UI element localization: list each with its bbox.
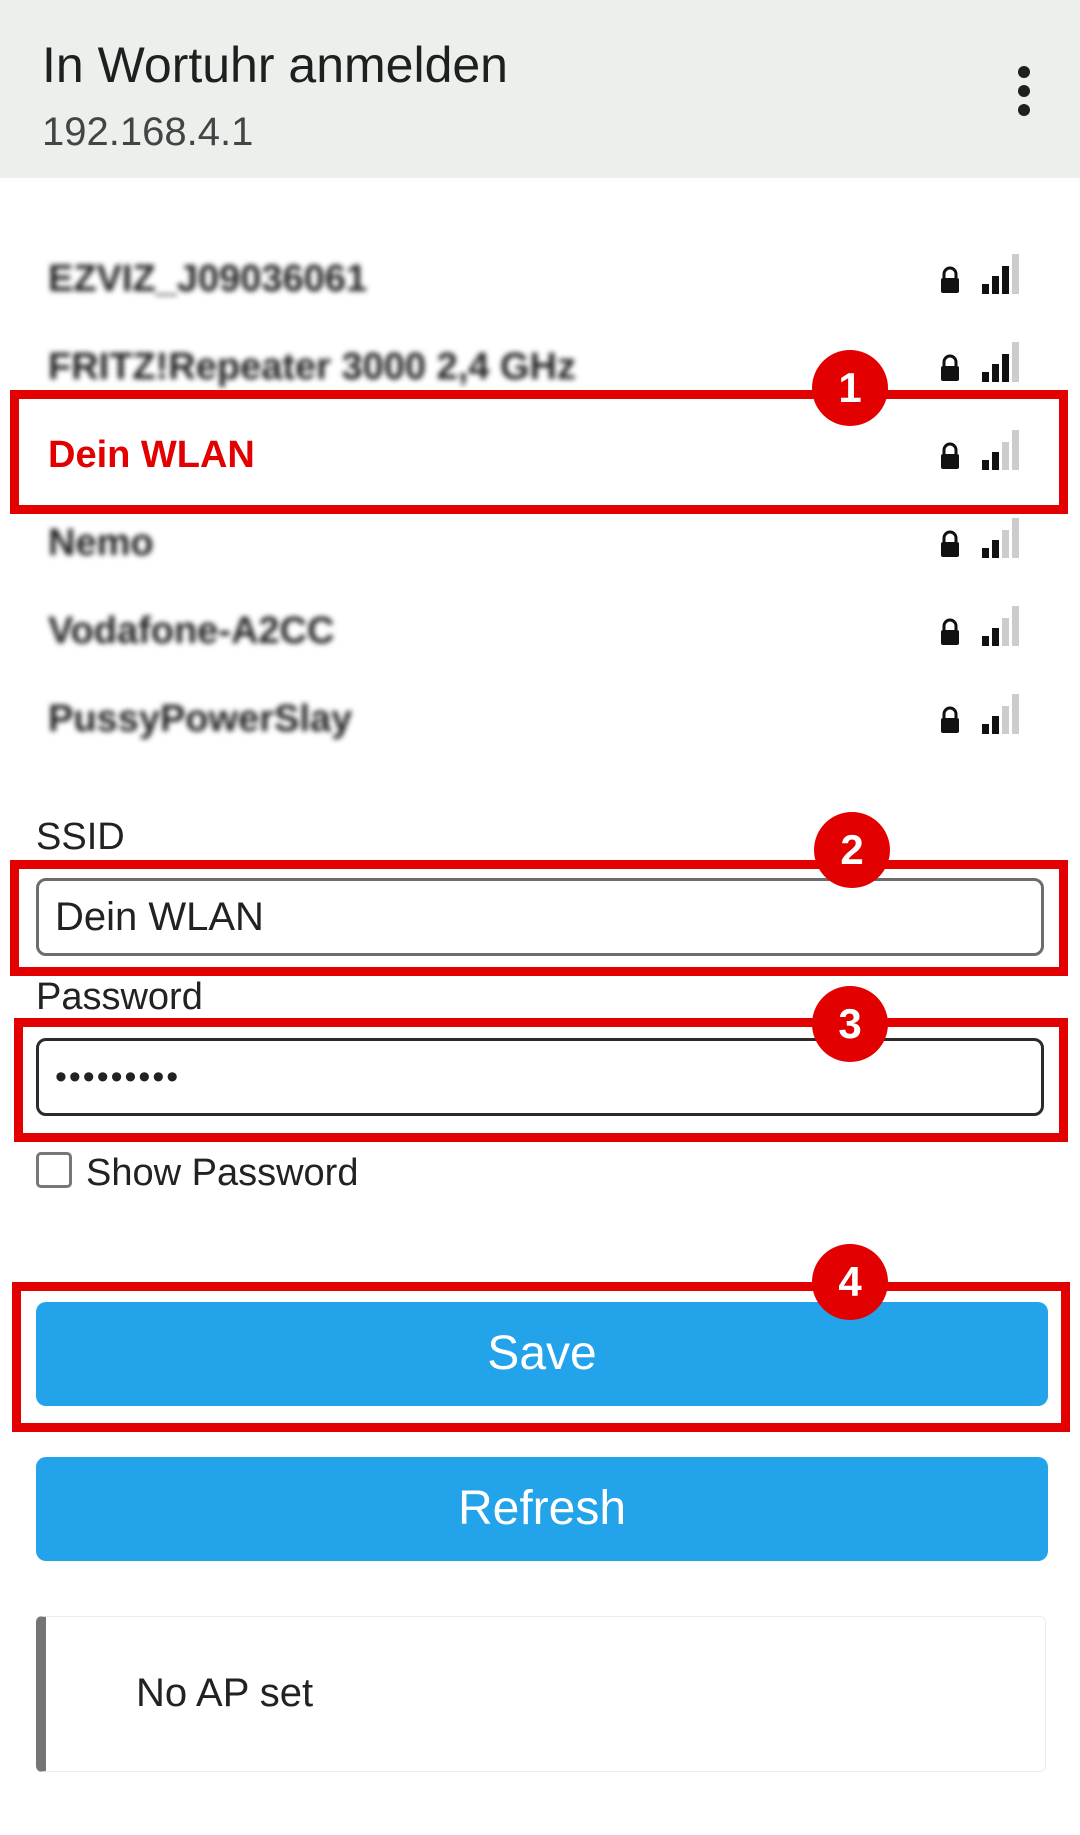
ssid-label: SSID	[36, 816, 125, 858]
network-ssid: Vodafone-A2CC	[48, 610, 335, 652]
wifi-signal-icon	[982, 518, 1019, 558]
refresh-button[interactable]: Refresh	[36, 1457, 1048, 1561]
network-ssid: FRITZ!Repeater 3000 2,4 GHz	[48, 346, 576, 388]
lock-icon	[941, 266, 959, 293]
lock-icon	[941, 354, 959, 381]
show-password-checkbox[interactable]	[36, 1152, 72, 1188]
annotation-box-2	[10, 860, 1068, 976]
network-item[interactable]: PussyPowerSlay	[0, 680, 1080, 768]
page-title: In Wortuhr anmelden	[42, 37, 508, 93]
network-ssid: Nemo	[48, 522, 154, 564]
annotation-box-3	[14, 1018, 1068, 1142]
annotation-badge-4: 4	[812, 1244, 888, 1320]
status-box: No AP set	[36, 1616, 1046, 1772]
lock-icon	[941, 618, 959, 645]
wifi-signal-icon	[982, 342, 1019, 382]
annotation-box-4	[12, 1282, 1070, 1432]
page-url: 192.168.4.1	[42, 110, 254, 154]
wifi-signal-icon	[982, 694, 1019, 734]
network-ssid: EZVIZ_J09036061	[48, 258, 368, 300]
status-text: No AP set	[136, 1671, 314, 1715]
annotation-badge-1: 1	[812, 350, 888, 426]
wifi-signal-icon	[982, 254, 1019, 294]
network-item[interactable]: Vodafone-A2CC	[0, 592, 1080, 680]
wifi-signal-icon	[982, 606, 1019, 646]
annotation-box-1	[10, 390, 1068, 514]
network-item[interactable]: EZVIZ_J09036061	[0, 240, 1080, 328]
annotation-badge-2: 2	[814, 812, 890, 888]
show-password-label: Show Password	[86, 1152, 359, 1194]
annotation-badge-3: 3	[812, 986, 888, 1062]
more-vertical-icon[interactable]	[1012, 66, 1036, 116]
lock-icon	[941, 530, 959, 557]
password-label: Password	[36, 976, 203, 1018]
network-ssid: PussyPowerSlay	[48, 698, 353, 740]
top-bar: In Wortuhr anmelden 192.168.4.1	[0, 0, 1080, 178]
lock-icon	[941, 706, 959, 733]
network-item[interactable]: Nemo	[0, 504, 1080, 592]
